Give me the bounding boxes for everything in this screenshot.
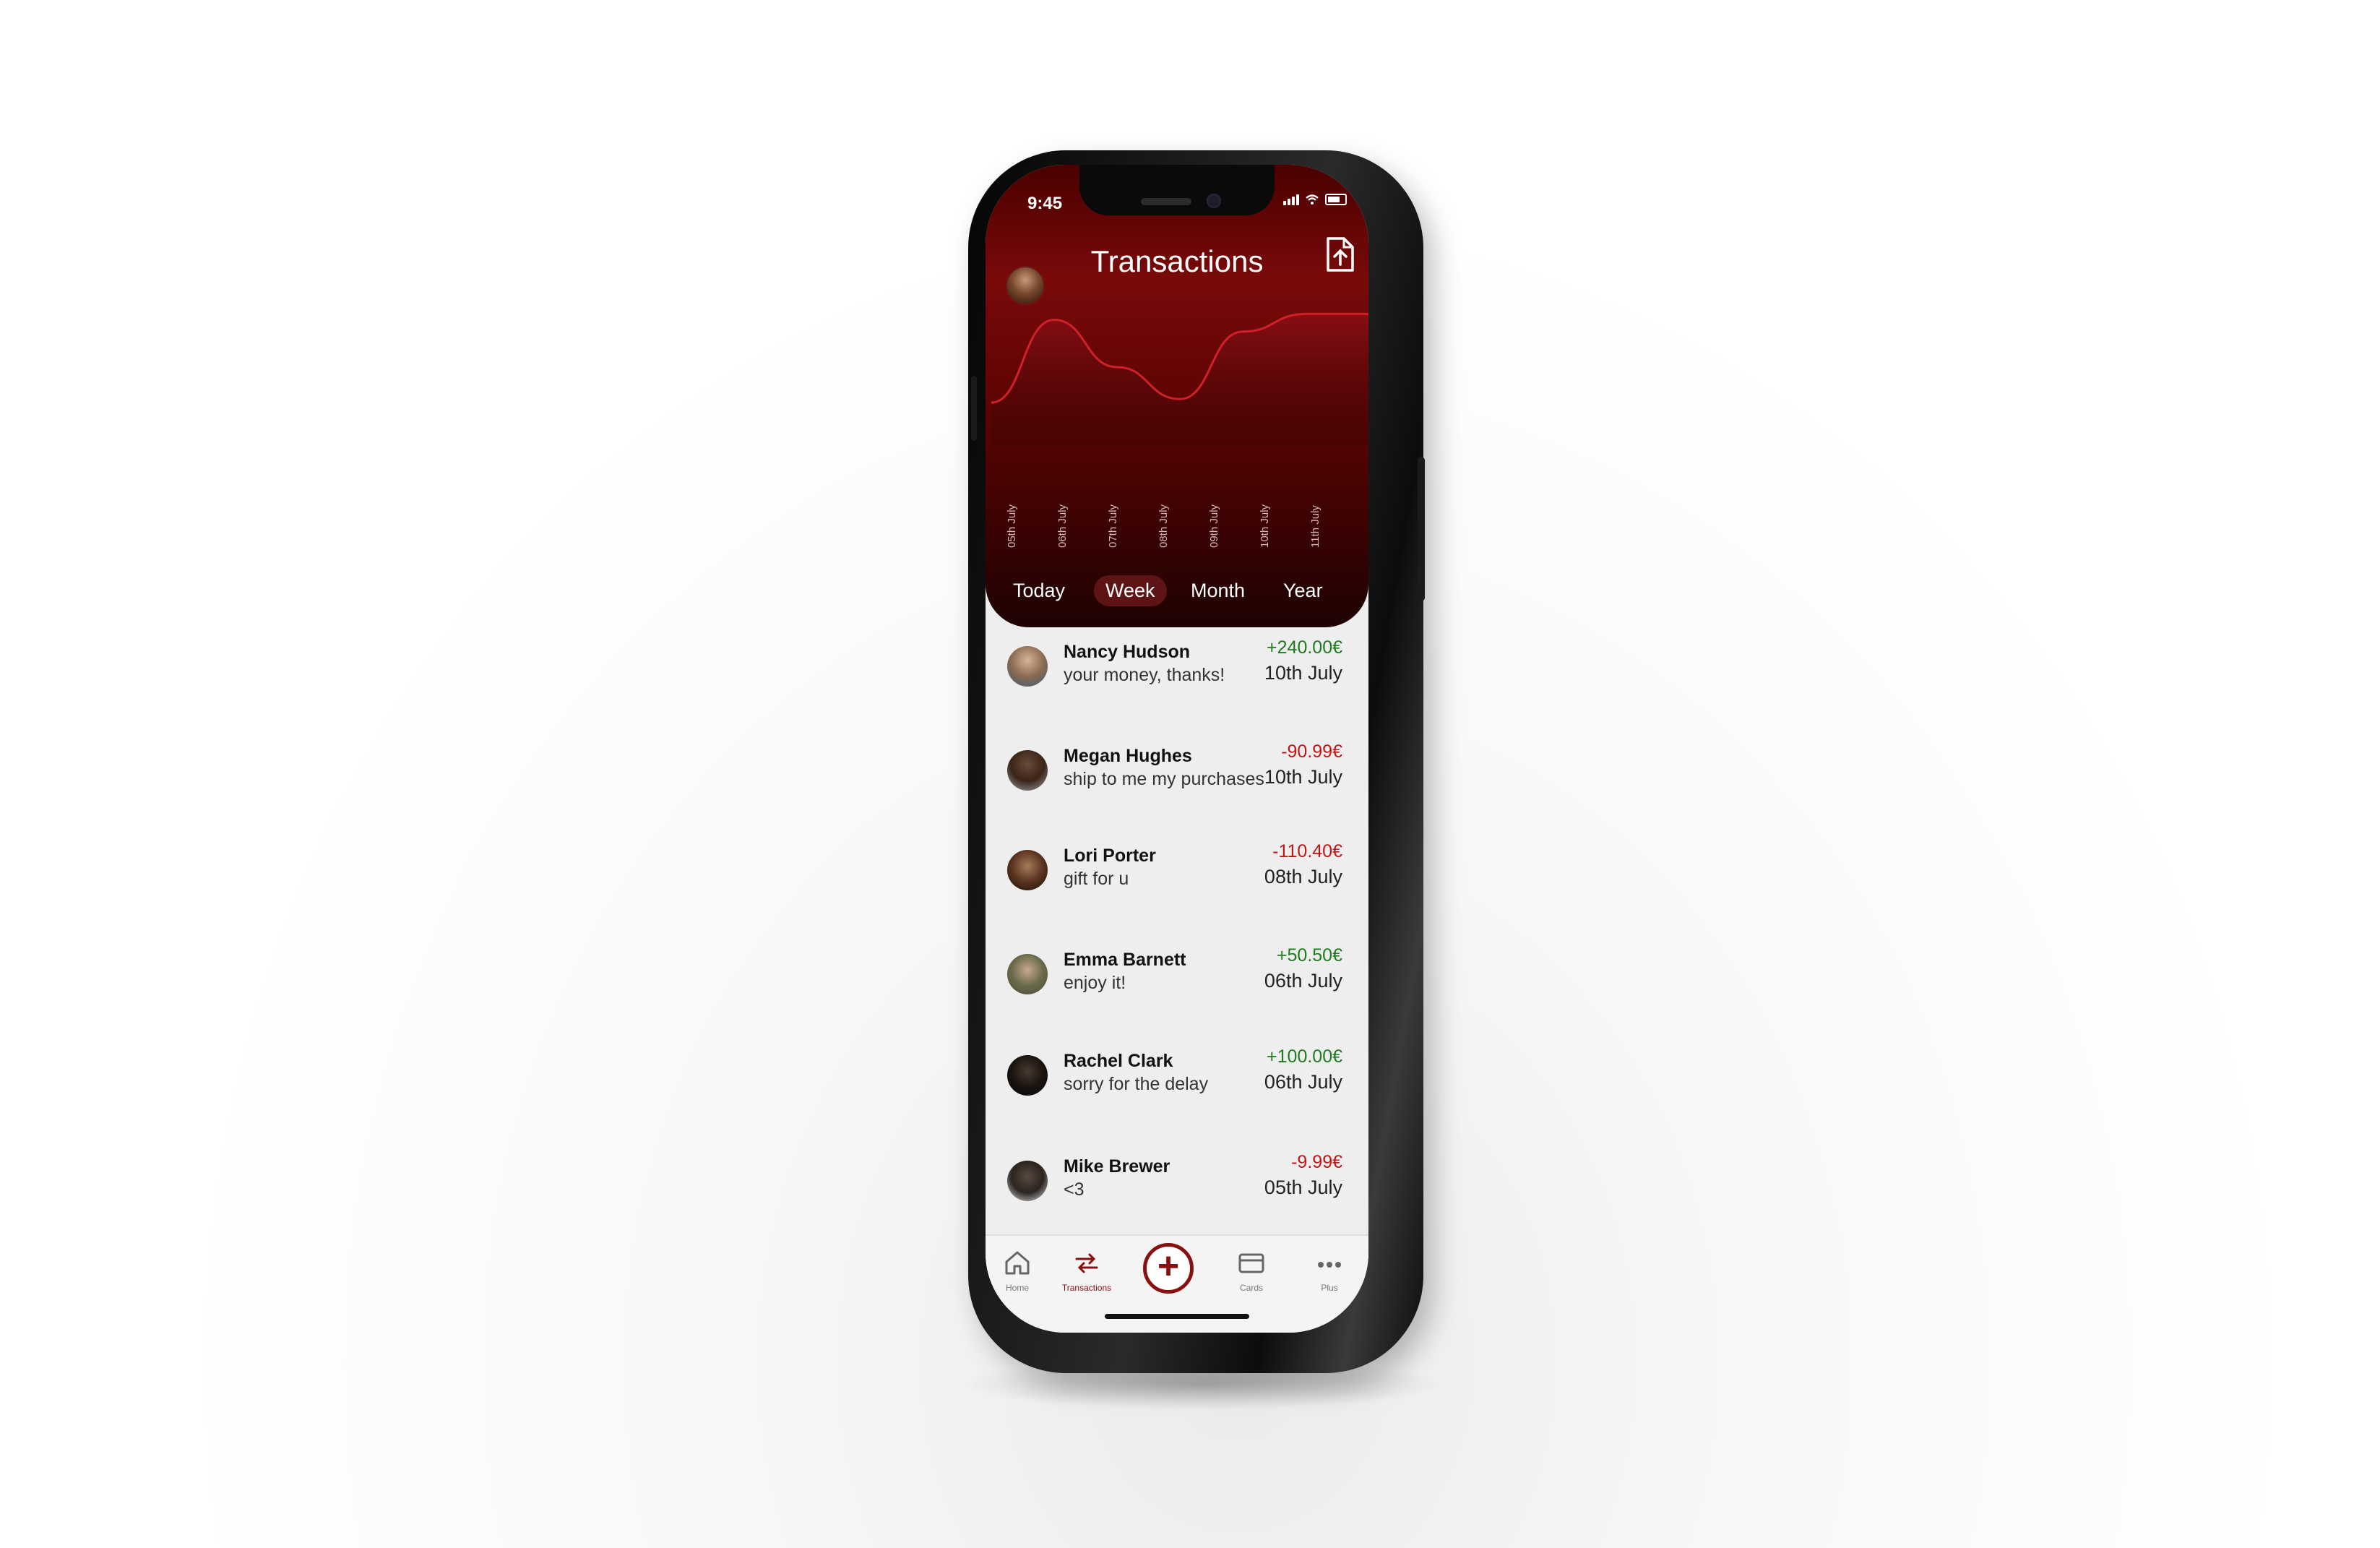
transaction-date: 05th July [1264,1177,1342,1198]
side-button [1418,457,1425,601]
transaction-amount: -110.40€ [1272,841,1342,861]
battery-icon [1325,194,1347,205]
x-tick-label: 10th July [1259,504,1271,548]
chart-area [991,314,1368,447]
transaction-row[interactable]: Emma Barnett enjoy it! +50.50€ 06th July [986,945,1368,1036]
transaction-message: your money, thanks! [1064,665,1225,685]
nav-cards[interactable]: Cards [1223,1249,1280,1293]
transaction-row[interactable]: Mike Brewer <3 -9.99€ 05th July [986,1152,1368,1243]
avatar [1007,646,1048,687]
transaction-message: enjoy it! [1064,973,1126,993]
nav-home-label: Home [1005,1283,1029,1293]
phone-screen: 9:45 Transactions 05th July 06th July 07th… [986,165,1368,1333]
tab-week[interactable]: Week [1094,575,1167,606]
transaction-amount: +100.00€ [1267,1046,1342,1067]
transaction-date: 10th July [1264,662,1342,684]
transaction-message: sorry for the delay [1064,1074,1209,1094]
wifi-icon [1306,194,1319,205]
home-indicator [1105,1314,1249,1319]
transactions-chart [991,312,1368,447]
transaction-row[interactable]: Nancy Hudson your money, thanks! +240.00… [986,637,1368,728]
more-dots-icon [1318,1262,1341,1268]
speaker [1141,198,1191,205]
page-title: Transactions [1090,244,1264,278]
transaction-amount: -90.99€ [1281,741,1342,762]
notch [1079,165,1275,215]
transaction-row[interactable]: Megan Hughes ship to me my purchases -90… [986,741,1368,833]
transaction-amount: +50.50€ [1276,945,1342,966]
transaction-name: Lori Porter [1064,846,1156,866]
avatar [1007,750,1048,791]
tab-today[interactable]: Today [1001,575,1077,606]
x-tick-label: 07th July [1107,504,1119,548]
transaction-name: Megan Hughes [1064,746,1192,766]
transaction-date: 06th July [1264,970,1342,992]
x-tick-label: 05th July [1006,504,1018,548]
header: 9:45 Transactions 05th July 06th July 07th… [986,165,1368,627]
transaction-date: 10th July [1264,766,1342,788]
nav-more-label: Plus [1321,1283,1338,1293]
signal-icon [1283,194,1299,205]
transaction-message: ship to me my purchases [1064,769,1264,789]
transaction-name: Emma Barnett [1064,950,1186,970]
transaction-message: gift for u [1064,869,1129,889]
tab-month[interactable]: Month [1179,575,1256,606]
period-tabs: Today Week Month Year [986,569,1368,606]
avatar [1007,850,1048,890]
transaction-name: Mike Brewer [1064,1156,1170,1177]
home-icon [1005,1251,1030,1275]
tab-year[interactable]: Year [1272,575,1335,606]
transaction-date: 06th July [1264,1071,1342,1093]
nav-more[interactable]: Plus [1301,1249,1358,1293]
front-camera [1207,194,1221,208]
card-icon [1238,1253,1264,1273]
status-icons [1283,194,1347,205]
add-transaction-button[interactable]: + [1143,1243,1194,1294]
avatar [1007,1161,1048,1201]
x-tick-label: 06th July [1056,504,1069,548]
transaction-date: 08th July [1264,866,1342,887]
nav-transactions-label: Transactions [1061,1283,1112,1293]
nav-transactions[interactable]: Transactions [1058,1249,1116,1293]
nav-home[interactable]: Home [988,1249,1046,1293]
x-tick-label: 09th July [1208,504,1220,548]
transaction-name: Nancy Hudson [1064,642,1191,662]
transaction-row[interactable]: Lori Porter gift for u -110.40€ 08th Jul… [986,841,1368,932]
transaction-name: Rachel Clark [1064,1051,1173,1071]
transaction-amount: +240.00€ [1267,637,1342,658]
avatar [1007,1055,1048,1096]
status-time: 9:45 [1027,194,1063,213]
file-export-icon[interactable] [1325,236,1355,273]
x-tick-label: 11th July [1309,505,1321,548]
transaction-row[interactable]: Rachel Clark sorry for the delay +100.00… [986,1046,1368,1138]
x-tick-label: 08th July [1157,504,1170,548]
transfer-arrows-icon [1075,1253,1098,1273]
volume-button [971,376,977,441]
avatar [1007,954,1048,994]
transaction-amount: -9.99€ [1291,1152,1342,1172]
transaction-message: <3 [1064,1179,1085,1200]
nav-cards-label: Cards [1239,1283,1263,1293]
